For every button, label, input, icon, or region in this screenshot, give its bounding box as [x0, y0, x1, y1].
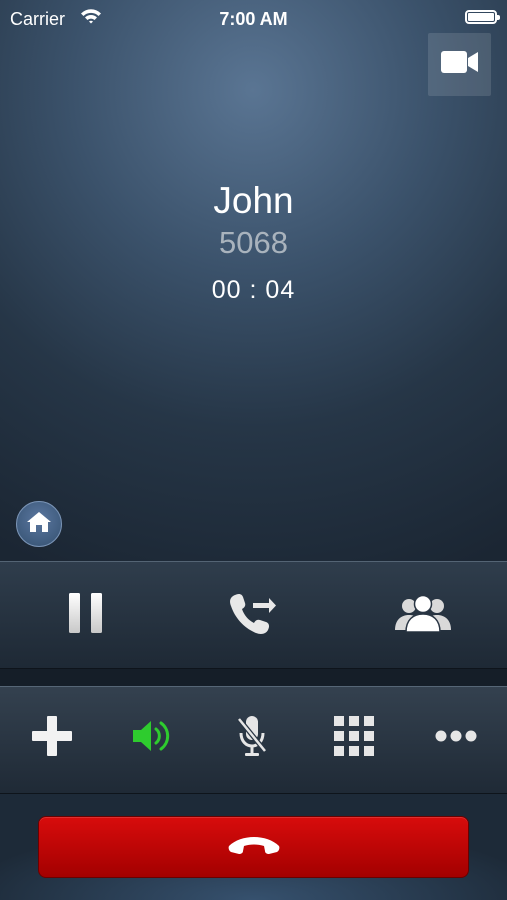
keypad-icon — [334, 715, 374, 761]
battery-icon — [465, 10, 500, 24]
more-icon — [435, 729, 477, 747]
panel-separator — [0, 669, 507, 686]
video-call-button[interactable] — [428, 33, 491, 96]
microphone-muted-icon — [236, 715, 268, 762]
conference-icon — [393, 594, 453, 637]
video-camera-icon — [440, 50, 479, 79]
status-time: 7:00 AM — [219, 9, 288, 29]
speaker-icon — [131, 718, 173, 759]
home-button[interactable] — [16, 501, 62, 547]
status-bar: Carrier 7:00 AM — [0, 0, 507, 36]
add-call-button[interactable] — [26, 712, 78, 764]
keypad-button[interactable] — [328, 712, 380, 764]
mute-button[interactable] — [226, 712, 278, 764]
conference-button[interactable] — [388, 585, 458, 645]
end-call-button[interactable] — [38, 816, 469, 878]
caller-name: John — [213, 180, 294, 221]
call-timer: 00 : 04 — [211, 276, 296, 304]
hang-up-icon — [227, 834, 281, 861]
caller-number: 5068 — [219, 225, 288, 260]
transfer-button[interactable] — [223, 585, 283, 645]
more-button[interactable] — [430, 712, 482, 764]
pause-icon — [69, 592, 103, 638]
call-transfer-icon — [229, 591, 277, 640]
hold-button[interactable] — [56, 585, 116, 645]
home-icon — [26, 511, 52, 538]
speaker-button[interactable] — [126, 712, 178, 764]
plus-icon — [32, 715, 72, 761]
